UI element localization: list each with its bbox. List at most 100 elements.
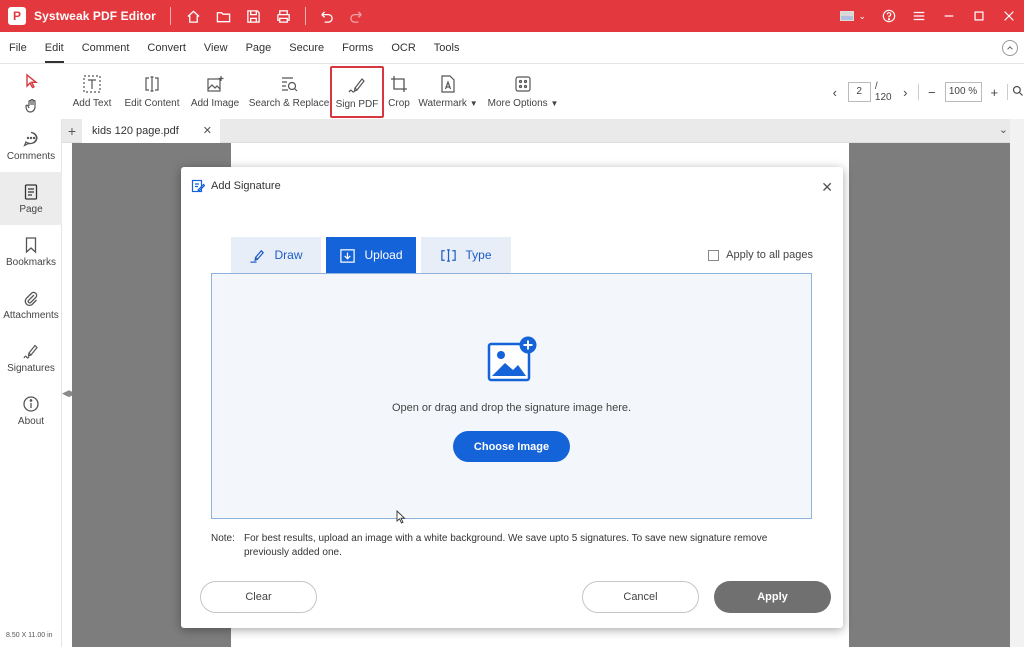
tab-type[interactable]: Type: [421, 237, 511, 273]
apply-button[interactable]: Apply: [714, 581, 831, 613]
add-signature-dialog: Add Signature ✕ Draw Upload Type Apply t…: [181, 167, 843, 628]
apply-all-pages-option[interactable]: Apply to all pages: [708, 249, 813, 261]
signature-dropzone[interactable]: Open or drag and drop the signature imag…: [211, 273, 812, 519]
draw-pen-icon: [250, 249, 265, 263]
right-panel-strip[interactable]: [1010, 119, 1024, 647]
tool-label: Watermark ▼: [418, 98, 478, 109]
print-icon[interactable]: [269, 0, 299, 32]
mouse-cursor-icon: [396, 510, 406, 524]
tool-label: Add Text: [72, 98, 112, 109]
apply-all-checkbox[interactable]: [708, 249, 720, 261]
menu-ocr[interactable]: OCR: [382, 32, 424, 64]
tab-label: Type: [465, 248, 492, 262]
edit-content-icon: [145, 76, 159, 92]
signature-tabs: Draw Upload Type: [231, 237, 516, 273]
clear-button[interactable]: Clear: [200, 581, 317, 613]
sidebar-label: Page: [19, 203, 43, 215]
sidebar-item-about[interactable]: About: [0, 384, 62, 437]
signature-edit-icon: [191, 179, 205, 193]
menu-tools[interactable]: Tools: [425, 32, 469, 64]
sidebar-label: Signatures: [7, 362, 55, 374]
document-tab[interactable]: kids 120 page.pdf ✕: [82, 118, 220, 143]
tab-upload[interactable]: Upload: [326, 237, 416, 273]
undo-icon[interactable]: [312, 0, 342, 32]
prev-page-icon[interactable]: ‹: [826, 85, 844, 100]
menu-icon[interactable]: [904, 0, 934, 32]
home-icon[interactable]: [179, 0, 209, 32]
page-icon: [24, 183, 38, 200]
menu-edit[interactable]: Edit: [36, 32, 73, 64]
menu-secure[interactable]: Secure: [280, 32, 333, 64]
search-replace-icon: [282, 77, 298, 92]
sidebar-item-attachments[interactable]: Attachments: [0, 278, 62, 331]
sidebar-item-signatures[interactable]: Signatures: [0, 331, 62, 384]
bookmark-icon: [25, 236, 37, 253]
close-icon[interactable]: [994, 0, 1024, 32]
crop-tool[interactable]: Crop: [384, 65, 414, 119]
menu-file[interactable]: File: [0, 32, 36, 64]
tool-label: Search & Replace: [248, 98, 330, 109]
page-total: / 120: [874, 81, 892, 103]
document-tabs: + kids 120 page.pdf ✕ ⌄: [62, 118, 1024, 143]
help-icon[interactable]: [874, 0, 904, 32]
menu-comment[interactable]: Comment: [73, 32, 139, 64]
next-page-icon[interactable]: ›: [897, 85, 915, 100]
more-options-tool[interactable]: More Options ▼: [482, 65, 564, 119]
sidebar-item-comments[interactable]: Comments: [0, 119, 62, 172]
info-icon: [23, 395, 39, 412]
cancel-button[interactable]: Cancel: [582, 581, 699, 613]
signature-icon: [23, 344, 38, 359]
more-options-icon: [515, 76, 531, 92]
title-bar: P Systweak PDF Editor ⌄: [0, 0, 1024, 32]
title-separator: [169, 7, 171, 25]
sidebar-item-page[interactable]: Page: [0, 172, 62, 225]
comments-icon: [23, 131, 38, 147]
minimize-icon[interactable]: [934, 0, 964, 32]
dialog-close-icon[interactable]: ✕: [821, 179, 833, 196]
add-text-tool[interactable]: Add Text: [62, 65, 122, 119]
upload-icon: [340, 248, 356, 263]
tool-label: More Options ▼: [487, 98, 559, 109]
search-replace-tool[interactable]: Search & Replace: [248, 65, 330, 119]
tool-label: Crop: [388, 98, 410, 109]
flag-us-icon[interactable]: ⌄: [840, 11, 866, 22]
close-tab-icon[interactable]: ✕: [203, 124, 212, 137]
select-arrow-icon[interactable]: [18, 68, 46, 93]
tab-label: Draw: [274, 248, 303, 262]
pager-divider: [1007, 84, 1008, 100]
document-tab-label: kids 120 page.pdf: [92, 124, 179, 137]
menu-page[interactable]: Page: [237, 32, 281, 64]
sign-pdf-tool[interactable]: Sign PDF: [330, 66, 384, 118]
menu-forms[interactable]: Forms: [333, 32, 382, 64]
new-tab-icon[interactable]: +: [62, 123, 82, 139]
maximize-icon[interactable]: [964, 0, 994, 32]
zoom-in-icon[interactable]: +: [986, 85, 1004, 100]
edit-content-tool[interactable]: Edit Content: [122, 65, 182, 119]
menu-convert[interactable]: Convert: [138, 32, 195, 64]
type-cursor-icon: [441, 248, 457, 262]
tool-label: Add Image: [190, 98, 240, 109]
search-icon[interactable]: [1012, 85, 1024, 100]
app-logo: P: [8, 7, 26, 25]
sidebar-label: About: [17, 415, 45, 427]
zoom-input[interactable]: 100 %: [944, 82, 982, 102]
choose-image-button[interactable]: Choose Image: [453, 431, 570, 462]
add-image-tool[interactable]: Add Image: [182, 65, 248, 119]
hand-tool-icon[interactable]: [18, 93, 46, 118]
save-icon[interactable]: [239, 0, 269, 32]
sidebar-item-bookmarks[interactable]: Bookmarks: [0, 225, 62, 278]
redo-icon[interactable]: [342, 0, 372, 32]
pointer-tools: [18, 68, 46, 118]
chevron-down-icon[interactable]: ⌄: [999, 123, 1008, 136]
dropzone-instructions: Open or drag and drop the signature imag…: [391, 402, 632, 414]
watermark-tool[interactable]: Watermark ▼: [414, 65, 482, 119]
folder-icon[interactable]: [209, 0, 239, 32]
collapse-ribbon-icon[interactable]: [1002, 40, 1018, 56]
tab-draw[interactable]: Draw: [231, 237, 321, 273]
menu-view[interactable]: View: [195, 32, 237, 64]
zoom-out-icon[interactable]: −: [923, 85, 941, 100]
attachment-icon: [24, 291, 38, 306]
page-number-input[interactable]: 2: [847, 82, 871, 102]
tool-label: Edit Content: [124, 98, 180, 109]
dialog-title: Add Signature: [211, 180, 281, 192]
